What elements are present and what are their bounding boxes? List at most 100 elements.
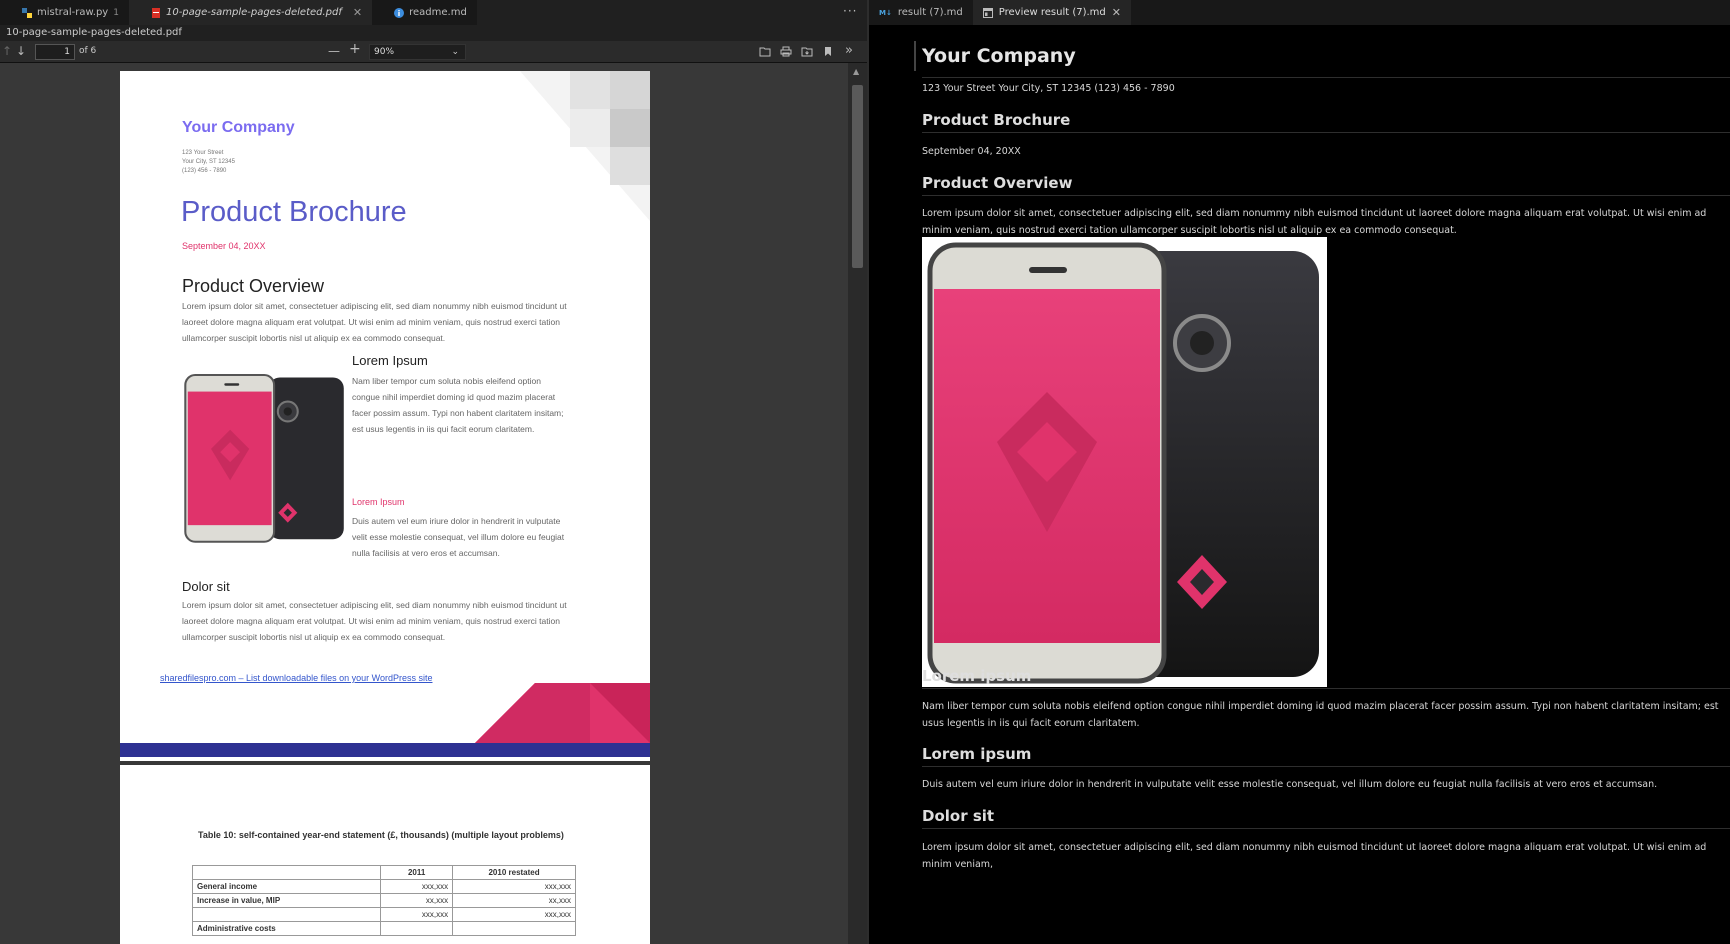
info-icon — [394, 7, 405, 18]
heading-rule — [922, 132, 1730, 133]
left-tab-bar: mistral-raw.py 1 10-page-sample-pages-de… — [0, 0, 477, 25]
table-row: Increase in value, MIP xx,xxx xx,xxx — [191, 893, 576, 908]
table-cell: xx,xxx — [380, 893, 454, 908]
python-icon — [22, 7, 32, 18]
tab-mistral-raw-py[interactable]: mistral-raw.py 1 — [0, 0, 129, 25]
breadcrumb[interactable]: 10-page-sample-pages-deleted.pdf — [6, 25, 182, 41]
pdf-company-name: Your Company — [182, 119, 295, 136]
pdf-page-2: Table 10: self-contained year-end statem… — [120, 765, 650, 944]
print-icon[interactable] — [780, 46, 792, 57]
table-header-cell — [191, 865, 382, 880]
heading-rule — [922, 828, 1730, 829]
table-cell — [452, 921, 576, 936]
table-header-cell: 2010 restated — [452, 865, 576, 880]
arrow-up-icon[interactable]: ↑ — [2, 44, 12, 59]
open-file-icon[interactable] — [759, 46, 771, 57]
tab-label: Preview result (7).md — [998, 7, 1106, 18]
left-editor-group: mistral-raw.py 1 10-page-sample-pages-de… — [0, 0, 867, 944]
problem-count-badge: 1 — [113, 7, 119, 18]
zoom-out-icon[interactable]: — — [328, 44, 340, 59]
preview-h2-lorem-2: Lorem ipsum — [922, 745, 1032, 763]
tools-expand-icon[interactable]: » — [845, 43, 853, 58]
right-editor-group: M↓ result (7).md Preview result (7).md ✕… — [869, 0, 1730, 944]
table-row: General income xxx,xxx xxx,xxx — [191, 879, 576, 894]
close-icon[interactable]: ✕ — [1112, 6, 1121, 19]
pdf-overview-text: Lorem ipsum dolor sit amet, consectetuer… — [182, 301, 567, 343]
table-cell — [191, 907, 382, 922]
markdown-preview[interactable]: Your Company 123 Your Street Your City, … — [869, 25, 1730, 944]
markdown-icon: M↓ — [879, 8, 892, 17]
preview-h2-dolor: Dolor sit — [922, 807, 995, 825]
table-cell: xxx,xxx — [380, 879, 454, 894]
footer-band — [120, 743, 650, 757]
more-actions-icon[interactable]: ··· — [843, 4, 857, 18]
heading-rule — [922, 195, 1730, 196]
table-cell — [380, 921, 454, 936]
table-header-row: 2011 2010 restated — [191, 865, 576, 880]
corner-pattern-graphic — [520, 71, 650, 221]
pdf-lorem-heading: Lorem Ipsum — [352, 353, 428, 368]
tab-preview-result-md[interactable]: Preview result (7).md ✕ — [972, 0, 1131, 25]
table-cell: xxx,xxx — [452, 907, 576, 922]
pdf-table-title: Table 10: self-contained year-end statem… — [198, 830, 564, 840]
heading-rule — [922, 766, 1730, 767]
pdf-lorem-subheading: Lorem Ipsum — [352, 497, 405, 507]
close-icon[interactable]: ✕ — [353, 6, 362, 19]
pdf-footer-link[interactable]: sharedfilespro.com – List downloadable f… — [160, 673, 432, 683]
page-count: of 6 — [79, 46, 97, 56]
table-row: xxx,xxx xxx,xxx — [191, 907, 576, 922]
table-cell: Increase in value, MIP — [191, 893, 382, 908]
table-row: Administrative costs — [191, 921, 576, 936]
arrow-down-icon[interactable]: ↓ — [16, 44, 26, 59]
preview-lorem-2-text: Duis autem vel eum iriure dolor in hendr… — [922, 779, 1658, 790]
pdf-address: 123 Your Street Your City, ST 12345 (123… — [182, 150, 235, 174]
preview-icon — [982, 7, 993, 18]
preview-h2-overview: Product Overview — [922, 174, 1073, 192]
pdf-viewer[interactable]: Your Company 123 Your Street Your City, … — [0, 63, 848, 944]
zoom-select[interactable]: 90% ⌄ — [369, 44, 466, 60]
scroll-thumb[interactable] — [852, 85, 863, 268]
preview-address: 123 Your Street Your City, ST 12345 (123… — [922, 83, 1175, 94]
tab-label: 10-page-sample-pages-deleted.pdf — [165, 7, 342, 18]
preview-h2-lorem-1: Lorem ipsum — [922, 667, 1032, 685]
zoom-value: 90% — [374, 47, 395, 57]
zoom-in-icon[interactable]: + — [349, 42, 361, 57]
editor-window: mistral-raw.py 1 10-page-sample-pages-de… — [0, 0, 1730, 944]
pdf-scrollbar[interactable]: ▲ — [848, 63, 867, 944]
preview-h1: Your Company — [922, 45, 1076, 67]
phone-illustration — [922, 237, 1327, 687]
tab-label: result (7).md — [897, 7, 963, 18]
tab-label: readme.md — [409, 7, 467, 18]
tab-readme-md[interactable]: readme.md — [372, 0, 477, 25]
table-cell: xxx,xxx — [452, 879, 576, 894]
table-cell: General income — [191, 879, 382, 894]
phone-illustration-small — [184, 373, 344, 543]
pdf-lorem-text: Nam liber tempor cum soluta nobis eleife… — [352, 376, 564, 434]
table-cell: Administrative costs — [191, 921, 382, 936]
tab-result-md[interactable]: M↓ result (7).md — [869, 0, 973, 25]
preview-overview-text: Lorem ipsum dolor sit amet, consectetuer… — [922, 208, 1707, 236]
pdf-lorem-subtext: Duis autem vel eum iriure dolor in hendr… — [352, 516, 565, 558]
heading-rule — [922, 688, 1730, 689]
pdf-page-1: Your Company 123 Your Street Your City, … — [120, 71, 650, 761]
pdf-dolor-text: Lorem ipsum dolor sit amet, consectetuer… — [182, 600, 567, 642]
scroll-up-arrow-icon[interactable]: ▲ — [853, 67, 859, 76]
table-header-cell: 2011 — [380, 865, 454, 880]
heading-rule — [922, 77, 1730, 78]
preview-date: September 04, 20XX — [922, 146, 1021, 157]
heading-marker — [914, 41, 916, 71]
pdf-table: 2011 2010 restated General income xxx,xx… — [191, 865, 576, 936]
pdf-dolor-heading: Dolor sit — [182, 579, 230, 594]
pdf-toolbar: ↑ ↓ of 6 — + 90% ⌄ » — [0, 41, 867, 63]
pdf-title: Product Brochure — [181, 196, 407, 228]
page-number-input[interactable] — [35, 44, 75, 60]
tab-pdf[interactable]: 10-page-sample-pages-deleted.pdf ✕ — [128, 0, 373, 25]
chevron-down-icon: ⌄ — [451, 47, 459, 57]
right-tab-bar: M↓ result (7).md Preview result (7).md ✕ — [869, 0, 1730, 25]
bookmark-icon[interactable] — [823, 46, 833, 57]
preview-dolor-text: Lorem ipsum dolor sit amet, consectetuer… — [922, 842, 1707, 870]
save-icon[interactable] — [801, 46, 813, 57]
footer-triangle-graphic — [475, 683, 650, 743]
tab-label: mistral-raw.py — [37, 7, 109, 18]
pdf-overview-heading: Product Overview — [182, 276, 325, 296]
